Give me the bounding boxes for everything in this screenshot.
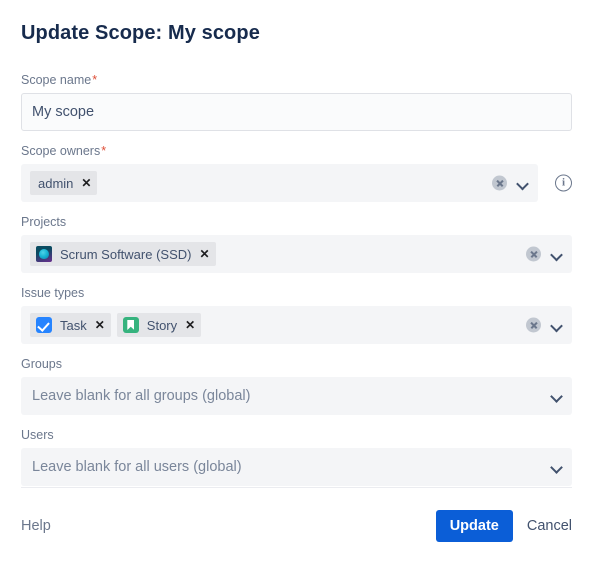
- help-link[interactable]: Help: [21, 518, 51, 534]
- scope-owners-row: admin ✕ i: [21, 164, 572, 202]
- update-button[interactable]: Update: [435, 510, 513, 542]
- field-scope-owners: Scope owners* admin ✕ i: [21, 143, 572, 202]
- users-select[interactable]: Leave blank for all users (global): [21, 448, 572, 486]
- required-asterisk-scope-owners: *: [101, 144, 107, 158]
- task-icon: [36, 317, 52, 333]
- chip-remove-icon[interactable]: ✕: [199, 248, 209, 260]
- label-scope-owners: Scope owners*: [21, 143, 572, 159]
- chip-remove-icon[interactable]: ✕: [81, 177, 91, 189]
- chevron-down-icon[interactable]: [551, 461, 563, 473]
- chip-label: Task: [60, 317, 87, 333]
- scope-name-input[interactable]: [21, 93, 572, 131]
- clear-icon[interactable]: [526, 317, 541, 333]
- clear-icon[interactable]: [492, 175, 507, 191]
- chevron-down-icon[interactable]: [517, 177, 529, 189]
- scope-owners-controls: [492, 175, 529, 191]
- projects-chips: Scrum Software (SSD) ✕: [30, 242, 216, 266]
- label-issue-types: Issue types: [21, 286, 85, 300]
- users-placeholder: Leave blank for all users (global): [32, 459, 242, 475]
- chip-label: Scrum Software (SSD): [60, 246, 192, 262]
- label-users: Users: [21, 428, 54, 442]
- update-scope-dialog: Update Scope: My scope Scope name* Scope…: [0, 0, 593, 563]
- info-icon[interactable]: i: [555, 174, 572, 192]
- required-asterisk-scope-name: *: [92, 73, 98, 87]
- chip-project[interactable]: Scrum Software (SSD) ✕: [30, 242, 216, 266]
- issue-types-select[interactable]: Task ✕ Story ✕: [21, 306, 572, 344]
- chip-remove-icon[interactable]: ✕: [95, 319, 105, 331]
- chip-scope-owner[interactable]: admin ✕: [30, 171, 98, 195]
- chevron-down-icon[interactable]: [551, 248, 563, 260]
- page-title: Update Scope: My scope: [21, 22, 260, 44]
- footer-actions: Update Cancel: [435, 510, 572, 542]
- chip-label: admin: [38, 175, 74, 191]
- issue-types-controls: [526, 317, 563, 333]
- field-scope-name: Scope name*: [21, 72, 572, 131]
- chevron-down-icon[interactable]: [551, 390, 563, 402]
- clear-icon[interactable]: [526, 246, 541, 262]
- groups-placeholder: Leave blank for all groups (global): [32, 388, 251, 404]
- field-users: Users Leave blank for all users (global): [21, 427, 572, 486]
- story-icon: [122, 317, 139, 333]
- field-issue-types: Issue types Task ✕ Story ✕: [21, 285, 572, 344]
- label-scope-owners-text: Scope owners: [21, 144, 101, 158]
- scope-form: Scope name* Scope owners* admin ✕: [21, 72, 572, 498]
- label-scope-name: Scope name*: [21, 72, 572, 88]
- chip-issue-type-task[interactable]: Task ✕: [30, 313, 111, 337]
- chip-remove-icon[interactable]: ✕: [185, 319, 195, 331]
- label-projects: Projects: [21, 215, 67, 229]
- label-scope-name-text: Scope name: [21, 73, 92, 87]
- field-groups: Groups Leave blank for all groups (globa…: [21, 356, 572, 415]
- footer-divider: [21, 487, 572, 488]
- issue-types-chips: Task ✕ Story ✕: [30, 313, 202, 337]
- project-avatar-icon: [36, 246, 52, 262]
- label-groups: Groups: [21, 357, 62, 371]
- chip-issue-type-story[interactable]: Story ✕: [116, 313, 202, 337]
- chevron-down-icon[interactable]: [551, 319, 563, 331]
- scope-owners-select[interactable]: admin ✕: [21, 164, 538, 202]
- dialog-footer: Help Update Cancel: [21, 508, 572, 544]
- field-projects: Projects Scrum Software (SSD) ✕: [21, 214, 572, 273]
- projects-controls: [526, 246, 563, 262]
- scope-owners-chips: admin ✕: [30, 171, 98, 195]
- cancel-button[interactable]: Cancel: [527, 518, 572, 534]
- groups-controls: [551, 390, 563, 402]
- users-controls: [551, 461, 563, 473]
- projects-select[interactable]: Scrum Software (SSD) ✕: [21, 235, 572, 273]
- chip-label: Story: [146, 317, 178, 333]
- groups-select[interactable]: Leave blank for all groups (global): [21, 377, 572, 415]
